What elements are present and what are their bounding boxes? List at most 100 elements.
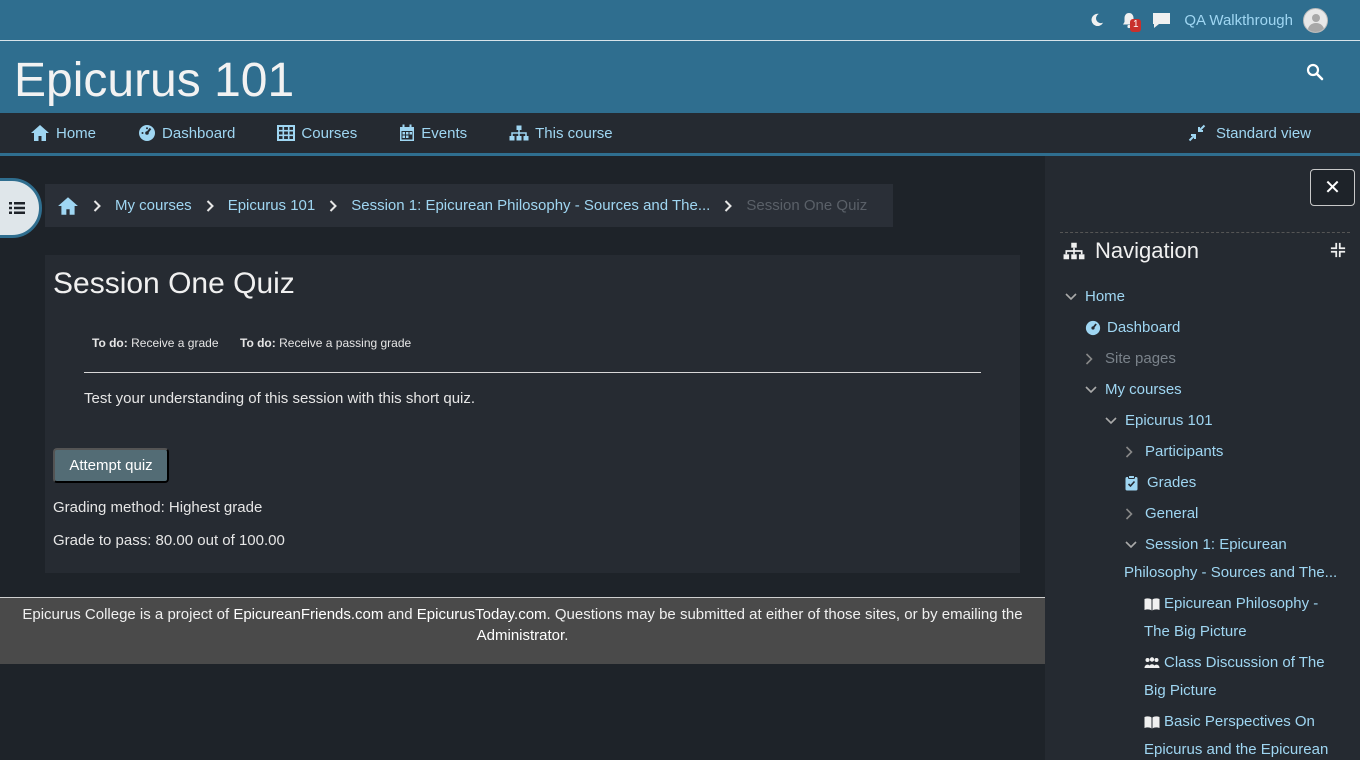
book-icon [1144,590,1164,618]
nav-this-course[interactable]: This course [509,125,613,142]
breadcrumb-session[interactable]: Session 1: Epicurean Philosophy - Source… [351,197,710,214]
nav-dashboard-label: Dashboard [162,124,236,142]
bell-icon[interactable]: 1 [1118,9,1142,32]
tree-item-perspectives[interactable]: Basic Perspectives On [1144,708,1315,736]
search-icon[interactable] [1306,63,1328,85]
tree-item-grades[interactable]: Grades [1125,469,1196,497]
tree-item-label: Class Discussion of The [1164,654,1325,671]
chevron-right-icon [1125,500,1145,528]
chevron-down-icon [1085,376,1105,404]
nav-this-course-label: This course [535,124,613,142]
forum-users-icon [1144,649,1164,677]
completion-requirement: To do: Receive a passing grade [240,336,411,350]
compress-icon [1188,124,1206,142]
tree-item-label: My courses [1105,381,1182,398]
sitemap-icon [509,125,529,141]
tree-item-session-1-cont[interactable]: Philosophy - Sources and The... [1124,559,1337,587]
footer-link-epicurustoday[interactable]: EpicurusToday.com [417,606,547,623]
breadcrumb-my-courses[interactable]: My courses [115,197,192,214]
list-icon [9,202,25,214]
tree-item-discussion-cont[interactable]: Big Picture [1144,677,1217,705]
standard-view-label: Standard view [1215,124,1311,142]
nav-events[interactable]: Events [399,124,467,142]
chevron-down-icon [1105,407,1125,435]
grading-method: Grading method: Highest grade [53,499,263,516]
tree-item-big-picture-cont[interactable]: The Big Picture [1144,618,1247,646]
tree-item-general[interactable]: General [1125,500,1198,528]
tree-item-my-courses[interactable]: My courses [1085,376,1182,404]
chat-icon[interactable] [1150,9,1172,31]
chevron-down-icon [1065,283,1085,311]
tree-item-label: Session 1: Epicurean [1145,536,1287,553]
course-index-toggle[interactable] [0,178,42,238]
tree-item-big-picture[interactable]: Epicurean Philosophy - [1144,590,1318,618]
block-drawer: ✕ Navigation Home Dashboard Site pages M… [1045,156,1360,760]
nav-dashboard[interactable]: Dashboard [138,124,235,142]
moon-icon[interactable] [1086,9,1108,31]
todo-prefix: To do: [240,336,276,350]
home-icon[interactable] [57,196,79,216]
grid-icon [277,125,296,141]
primary-navigation: Home Dashboard Courses Events This cours… [0,113,1360,156]
divider [1060,232,1350,233]
avatar[interactable] [1303,7,1328,33]
breadcrumb: My courses Epicurus 101 Session 1: Epicu… [45,184,893,227]
compress-icon[interactable] [1330,242,1346,263]
nav-home[interactable]: Home [30,124,96,142]
tree-item-perspectives-cont[interactable]: Epicurus and the Epicurean [1144,736,1328,760]
tree-item-label: Grades [1147,474,1197,491]
tree-item-label: Home [1085,288,1126,305]
page-header: Epicurus 101 [0,41,1360,113]
tree-item-dashboard[interactable]: Dashboard [1085,314,1180,342]
footer-text: . [564,627,569,644]
user-menu-area: 1 QA Walkthrough [1086,0,1328,40]
page-footer: Epicurus College is a project of Epicure… [0,597,1045,664]
chevron-right-icon [93,199,101,212]
chevron-right-icon [1085,345,1105,373]
todo-text: Receive a grade [131,336,219,350]
footer-link-administrator[interactable]: Administrator [477,627,565,644]
tree-item-discussion[interactable]: Class Discussion of The [1144,649,1325,677]
tree-item-label: Big Picture [1144,682,1217,699]
standard-view-button[interactable]: Standard view [1188,113,1311,153]
close-icon: ✕ [1324,177,1341,199]
tree-item-label: Epicurean Philosophy - [1164,595,1319,612]
tree-item-label: General [1145,505,1199,522]
chevron-right-icon [1125,438,1145,466]
nav-courses[interactable]: Courses [277,125,357,142]
tree-item-participants[interactable]: Participants [1125,438,1223,466]
tree-item-label: Basic Perspectives On [1164,713,1315,730]
footer-text: . Questions may be submitted at either o… [546,606,1023,623]
tree-item-label: Epicurus 101 [1125,412,1213,429]
todo-prefix: To do: [92,336,128,350]
attempt-quiz-button[interactable]: Attempt quiz [53,448,169,483]
tree-item-label: Dashboard [1107,319,1181,336]
footer-text: Epicurus College is a project of [22,606,234,623]
chevron-right-icon [724,199,733,212]
top-bar: 1 QA Walkthrough [0,0,1360,41]
sitemap-icon [1063,242,1085,260]
tree-item-label: The Big Picture [1144,623,1247,640]
tree-item-home[interactable]: Home [1065,283,1125,311]
tree-item-course[interactable]: Epicurus 101 [1105,407,1213,435]
todo-text: Receive a passing grade [279,336,412,350]
navigation-block-header: Navigation [1063,237,1199,265]
chevron-down-icon [1125,531,1145,559]
tree-item-label: Site pages [1105,350,1176,367]
tree-item-site-pages[interactable]: Site pages [1085,345,1176,373]
navigation-block-title: Navigation [1095,238,1199,263]
breadcrumb-course[interactable]: Epicurus 101 [228,197,316,214]
grade-to-pass: Grade to pass: 80.00 out of 100.00 [53,532,285,549]
username[interactable]: QA Walkthrough [1184,12,1293,29]
close-drawer-button[interactable]: ✕ [1310,169,1355,206]
site-title: Epicurus 101 [14,54,295,107]
activity-card: Session One Quiz To do: Receive a grade … [45,255,1020,573]
nav-home-label: Home [56,124,97,142]
chevron-right-icon [206,199,214,212]
nav-courses-label: Courses [301,124,358,142]
tree-item-session-1[interactable]: Session 1: Epicurean [1125,531,1287,559]
footer-link-epicureanfriends[interactable]: EpicureanFriends.com [233,606,383,623]
clipboard-check-icon [1125,469,1145,497]
page-title: Session One Quiz [53,267,295,300]
home-icon [31,125,49,141]
